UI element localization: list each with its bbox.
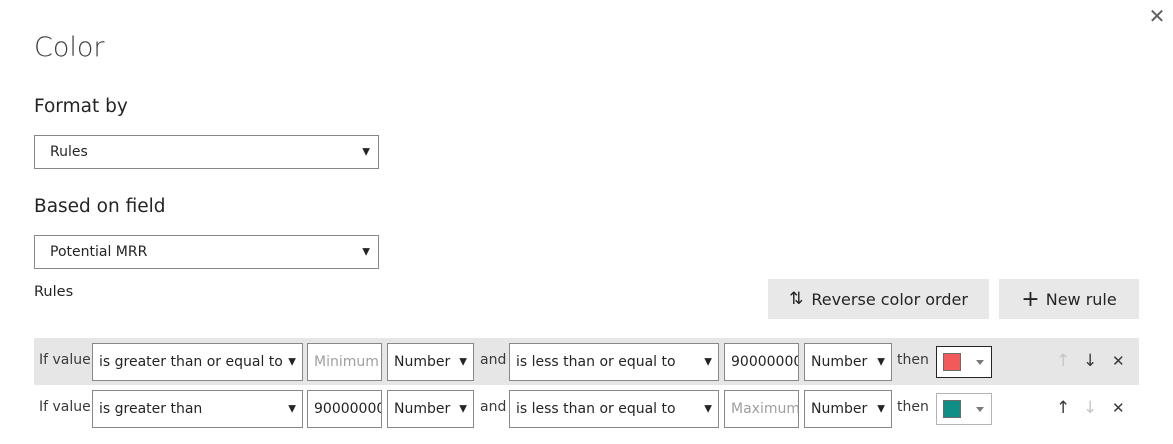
close-icon[interactable]: ✕ bbox=[1147, 6, 1167, 26]
dialog-title: Color bbox=[34, 32, 105, 63]
delete-rule-icon[interactable]: ✕ bbox=[1112, 351, 1125, 371]
chevron-down-icon: ▼ bbox=[704, 356, 712, 368]
min-value: 90000000 bbox=[314, 401, 382, 417]
chevron-down-icon: ▼ bbox=[877, 403, 885, 415]
min-value-input[interactable]: 90000000 bbox=[307, 390, 382, 428]
color-picker[interactable] bbox=[936, 393, 992, 425]
sort-arrows-icon: ⇅ bbox=[789, 289, 804, 309]
reverse-color-order-button[interactable]: ⇅ Reverse color order bbox=[768, 279, 989, 319]
and-label: and bbox=[480, 399, 507, 415]
chevron-down-icon: ▼ bbox=[459, 403, 467, 415]
rules-label: Rules bbox=[34, 284, 74, 300]
operator-1-dropdown[interactable]: is greater than or equal to ▼ bbox=[92, 343, 303, 381]
chevron-down-icon: ▼ bbox=[362, 246, 370, 258]
move-down-icon[interactable]: ↓ bbox=[1083, 398, 1097, 418]
chevron-down-icon: ▼ bbox=[877, 356, 885, 368]
operator-2-value: is less than or equal to bbox=[516, 401, 676, 417]
operator-2-dropdown[interactable]: is less than or equal to ▼ bbox=[509, 343, 719, 381]
new-rule-label: New rule bbox=[1045, 289, 1117, 309]
type-1-dropdown[interactable]: Number ▼ bbox=[387, 343, 474, 381]
new-rule-button[interactable]: + New rule bbox=[999, 279, 1139, 319]
chevron-down-icon: ▼ bbox=[362, 146, 370, 158]
type-1-dropdown[interactable]: Number ▼ bbox=[387, 390, 474, 428]
format-by-label: Format by bbox=[34, 96, 128, 117]
chevron-down-icon: ▼ bbox=[459, 356, 467, 368]
then-label: then bbox=[897, 399, 929, 415]
move-up-icon[interactable]: ↑ bbox=[1056, 351, 1070, 371]
color-swatch bbox=[943, 353, 961, 371]
type-2-value: Number bbox=[811, 401, 868, 417]
min-value-placeholder: Minimum bbox=[314, 354, 379, 370]
chevron-down-icon: ▼ bbox=[288, 403, 296, 415]
max-value: 90000000 bbox=[731, 354, 799, 370]
move-up-icon[interactable]: ↑ bbox=[1056, 398, 1070, 418]
max-value-input[interactable]: Maximum bbox=[724, 390, 799, 428]
reverse-color-order-label: Reverse color order bbox=[811, 289, 968, 309]
chevron-down-icon bbox=[976, 407, 984, 412]
max-value-input[interactable]: 90000000 bbox=[724, 343, 799, 381]
plus-icon: + bbox=[1021, 286, 1040, 312]
operator-2-value: is less than or equal to bbox=[516, 354, 676, 370]
color-picker[interactable] bbox=[936, 346, 992, 378]
format-by-value: Rules bbox=[50, 144, 88, 160]
type-2-dropdown[interactable]: Number ▼ bbox=[804, 343, 892, 381]
if-value-label: If value bbox=[39, 399, 91, 415]
based-on-field-dropdown[interactable]: Potential MRR ▼ bbox=[34, 235, 379, 269]
operator-1-value: is greater than or equal to bbox=[99, 354, 283, 370]
operator-1-value: is greater than bbox=[99, 401, 203, 417]
operator-1-dropdown[interactable]: is greater than ▼ bbox=[92, 390, 303, 428]
then-label: then bbox=[897, 352, 929, 368]
if-value-label: If value bbox=[39, 352, 91, 368]
type-2-value: Number bbox=[811, 354, 868, 370]
move-down-icon[interactable]: ↓ bbox=[1083, 351, 1097, 371]
color-swatch bbox=[943, 400, 961, 418]
rule-row: If value is greater than or equal to ▼ M… bbox=[34, 338, 1139, 385]
based-on-field-value: Potential MRR bbox=[50, 244, 148, 260]
type-1-value: Number bbox=[394, 354, 451, 370]
rule-row: If value is greater than ▼ 90000000 Numb… bbox=[34, 385, 1139, 432]
type-2-dropdown[interactable]: Number ▼ bbox=[804, 390, 892, 428]
chevron-down-icon: ▼ bbox=[288, 356, 296, 368]
operator-2-dropdown[interactable]: is less than or equal to ▼ bbox=[509, 390, 719, 428]
based-on-field-label: Based on field bbox=[34, 196, 166, 217]
max-value-placeholder: Maximum bbox=[731, 401, 799, 417]
min-value-input[interactable]: Minimum bbox=[307, 343, 382, 381]
chevron-down-icon: ▼ bbox=[704, 403, 712, 415]
format-by-dropdown[interactable]: Rules ▼ bbox=[34, 135, 379, 169]
type-1-value: Number bbox=[394, 401, 451, 417]
chevron-down-icon bbox=[976, 360, 984, 365]
and-label: and bbox=[480, 352, 507, 368]
delete-rule-icon[interactable]: ✕ bbox=[1112, 398, 1125, 418]
